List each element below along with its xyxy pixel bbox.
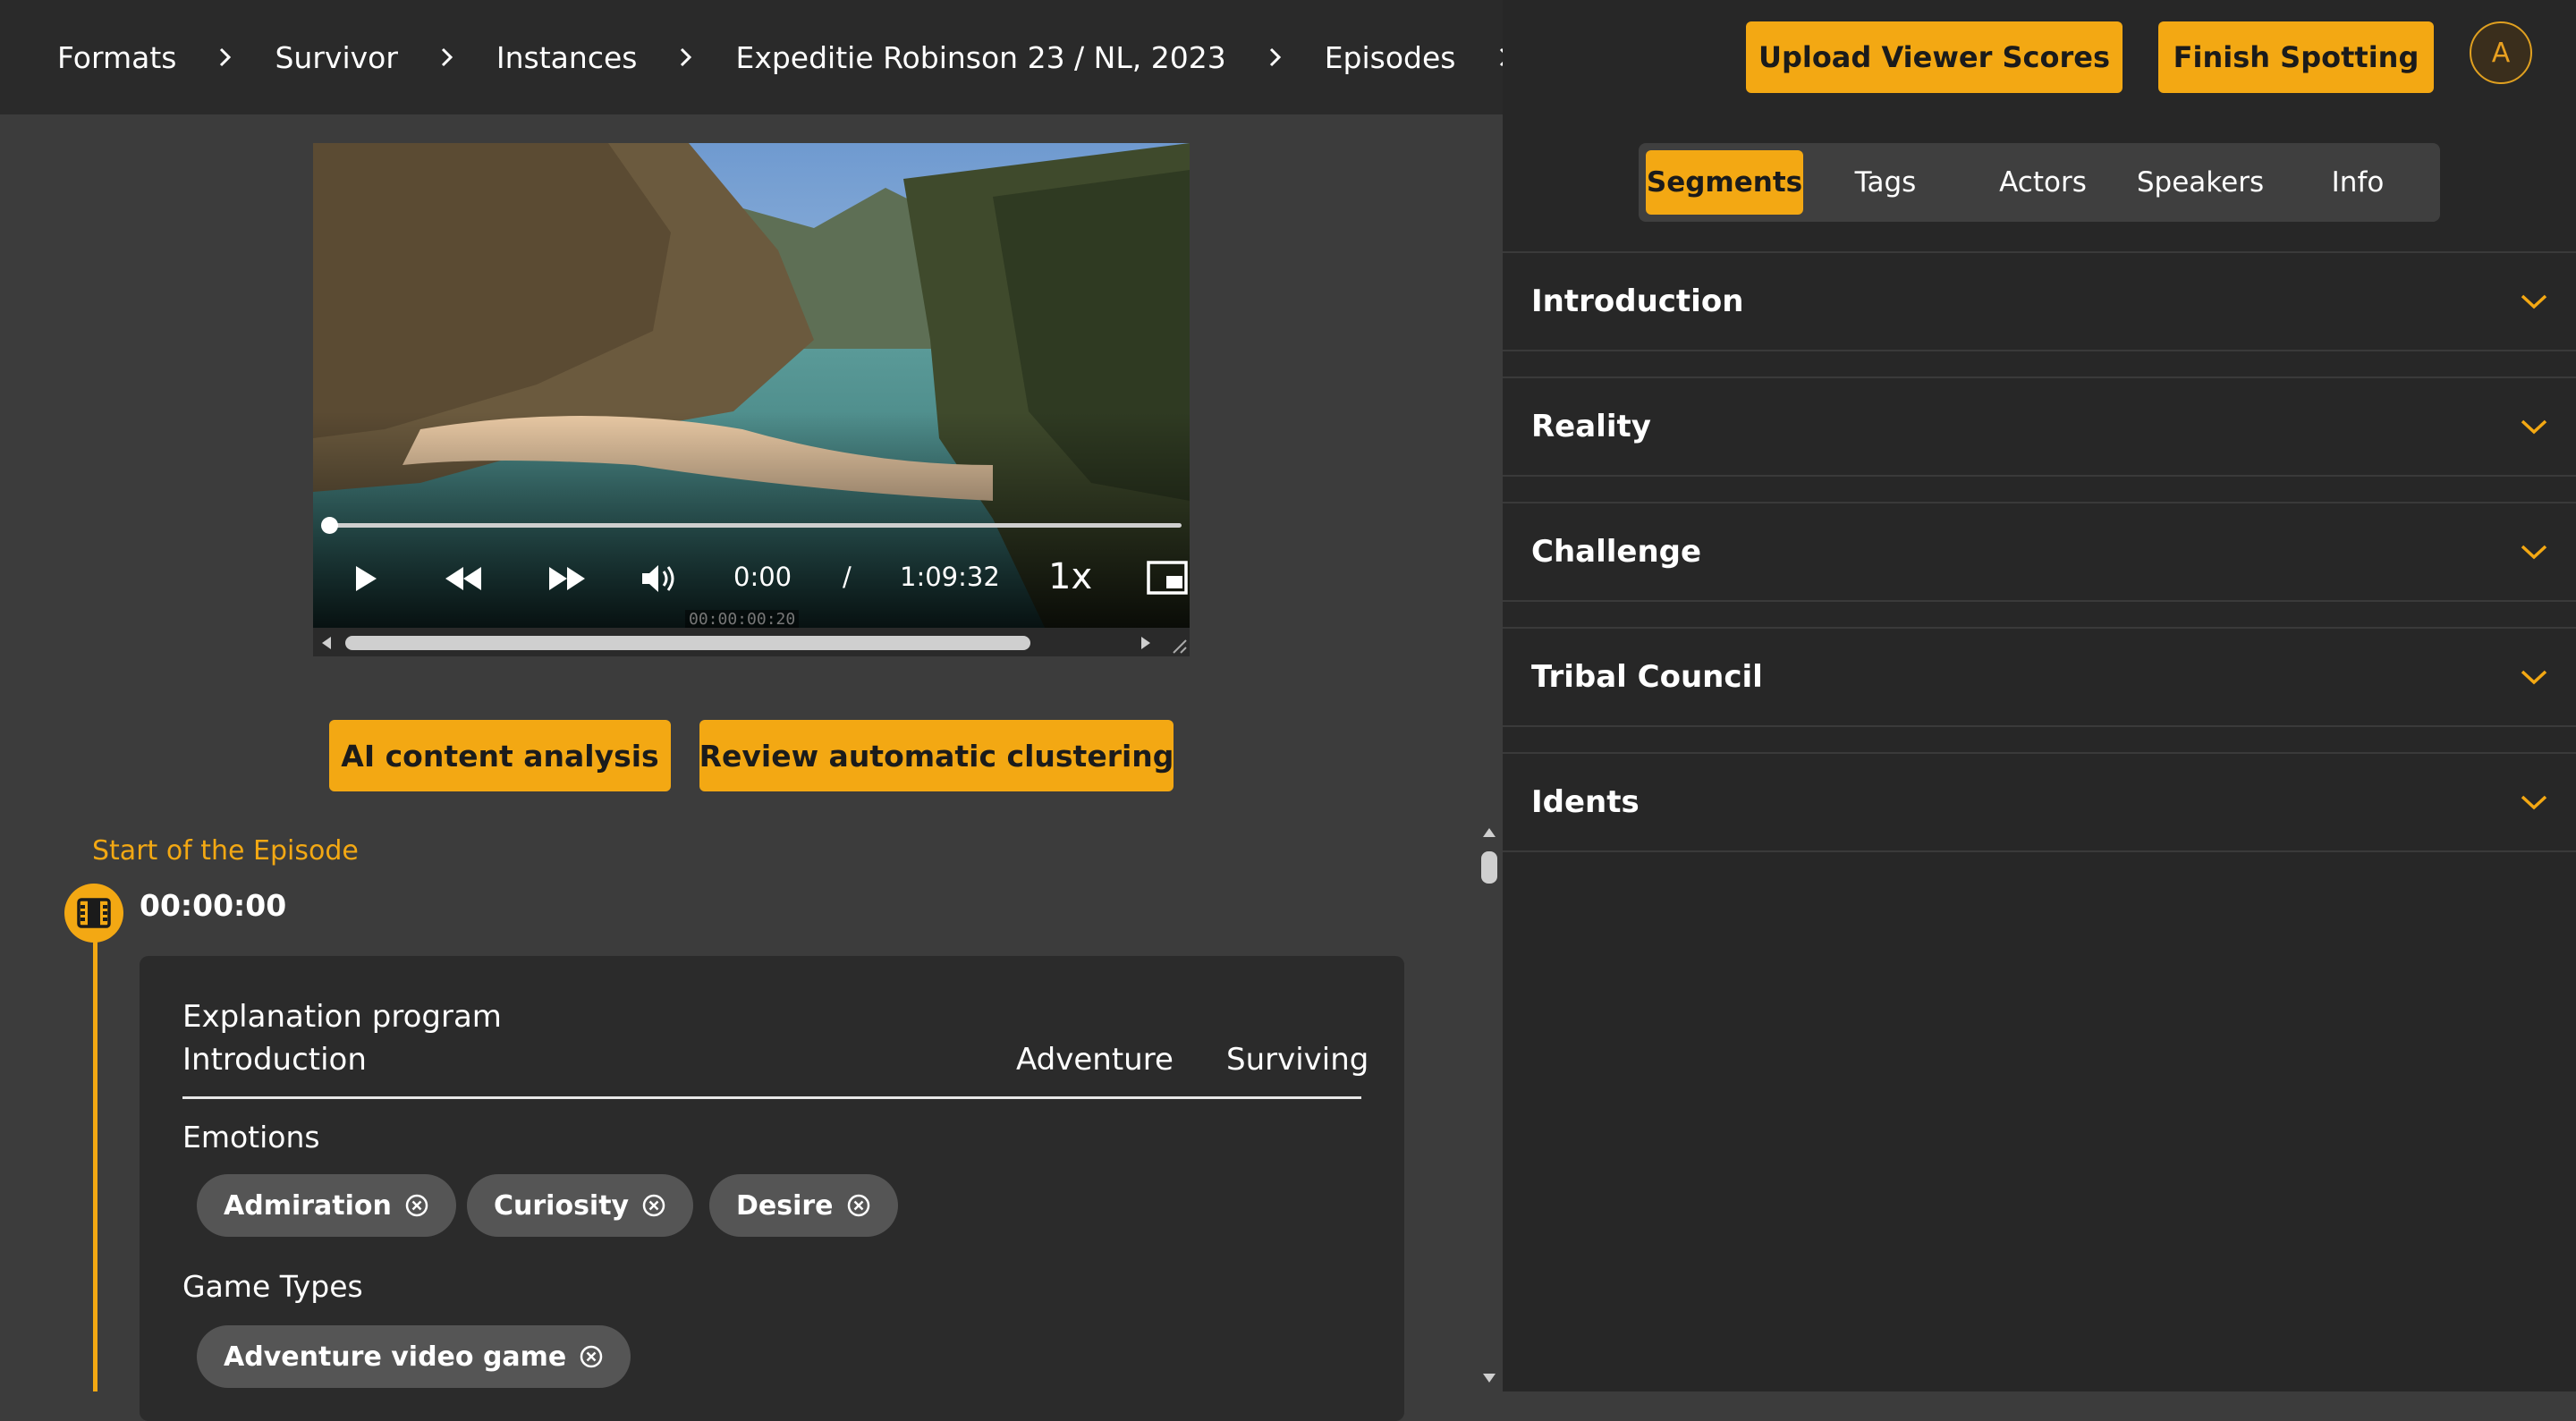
breadcrumb-instance[interactable]: Expeditie Robinson 23 / NL, 2023	[735, 40, 1225, 75]
card-tag: Surviving	[1226, 1042, 1369, 1078]
rewind-icon[interactable]	[444, 565, 483, 592]
chevron-down-icon	[2521, 670, 2547, 685]
chevron-down-icon	[2521, 294, 2547, 309]
segment-timecode: 00:00:00	[140, 888, 287, 923]
game-type-chip[interactable]: Adventure video game	[197, 1325, 631, 1388]
segment-label: Tribal Council	[1531, 659, 1763, 695]
tab-segments[interactable]: Segments	[1646, 150, 1803, 215]
resize-handle-icon[interactable]	[1163, 630, 1188, 655]
segment-label: Challenge	[1531, 534, 1702, 570]
emotion-chip[interactable]: Admiration	[197, 1174, 456, 1237]
emotion-chip[interactable]: Curiosity	[467, 1174, 694, 1237]
emotions-label: Emotions	[182, 1120, 320, 1155]
duration: 1:09:32	[900, 562, 1000, 592]
frame-timecode: 00:00:00:20	[685, 610, 800, 629]
scroll-up-icon[interactable]	[1482, 826, 1496, 839]
segment-tribal-council[interactable]: Tribal Council	[1503, 627, 2576, 727]
card-tag: Adventure	[1016, 1042, 1174, 1078]
chip-label: Admiration	[224, 1189, 392, 1222]
volume-icon[interactable]	[640, 562, 680, 596]
chip-label: Adventure video game	[224, 1341, 567, 1373]
remove-icon[interactable]	[404, 1193, 429, 1218]
top-bar: Formats Survivor Instances Expeditie Rob…	[0, 0, 1574, 114]
play-icon[interactable]	[352, 563, 379, 594]
remove-icon[interactable]	[846, 1193, 871, 1218]
segment-introduction[interactable]: Introduction	[1503, 251, 2576, 351]
tab-speakers[interactable]: Speakers	[2125, 150, 2275, 215]
chevron-right-icon	[217, 46, 233, 69]
emotion-chip[interactable]: Desire	[709, 1174, 898, 1237]
breadcrumb-episodes[interactable]: Episodes	[1325, 40, 1456, 75]
breadcrumb-instances[interactable]: Instances	[496, 40, 638, 75]
card-subtitle: Introduction	[182, 1042, 367, 1078]
chip-label: Curiosity	[494, 1189, 630, 1222]
tab-info[interactable]: Info	[2283, 150, 2433, 215]
remove-icon[interactable]	[641, 1193, 666, 1218]
chevron-right-icon	[678, 46, 694, 69]
tab-tags[interactable]: Tags	[1810, 150, 1961, 215]
chevron-right-icon	[1267, 46, 1284, 69]
film-icon	[64, 884, 123, 943]
segment-label: Idents	[1531, 784, 1640, 820]
scroll-down-icon[interactable]	[1482, 1372, 1496, 1384]
chevron-down-icon	[2521, 419, 2547, 435]
chevron-down-icon	[2521, 795, 2547, 810]
game-types-label: Game Types	[182, 1269, 363, 1304]
horizontal-scrollbar[interactable]	[313, 628, 1190, 656]
breadcrumb-formats[interactable]: Formats	[57, 40, 176, 75]
tab-actors[interactable]: Actors	[1968, 150, 2118, 215]
review-clustering-button[interactable]: Review automatic clustering	[699, 720, 1174, 791]
time-separator: /	[843, 562, 852, 592]
ai-content-analysis-button[interactable]: AI content analysis	[329, 720, 671, 791]
progress-track[interactable]	[327, 523, 1182, 528]
current-time: 0:00	[733, 562, 792, 592]
segment-reality[interactable]: Reality	[1503, 376, 2576, 477]
divider	[182, 1096, 1361, 1099]
segment-label: Reality	[1531, 409, 1651, 444]
scroll-left-icon[interactable]	[320, 636, 333, 650]
scrollbar-thumb[interactable]	[1481, 851, 1497, 884]
vertical-scrollbar[interactable]	[1476, 821, 1503, 1391]
scrollbar-thumb[interactable]	[345, 636, 1030, 650]
chevron-right-icon	[439, 46, 455, 69]
upload-viewer-scores-button[interactable]: Upload Viewer Scores	[1746, 21, 2123, 93]
video-controls: 0:00 / 1:09:32 1x 00:00:00:20	[313, 501, 1190, 629]
finish-spotting-button[interactable]: Finish Spotting	[2158, 21, 2434, 93]
fast-forward-icon[interactable]	[547, 565, 587, 592]
timeline-line	[93, 939, 97, 1391]
avatar[interactable]: A	[2470, 21, 2532, 84]
remove-icon[interactable]	[579, 1344, 604, 1369]
scroll-right-icon[interactable]	[1140, 636, 1152, 650]
picture-in-picture-icon[interactable]	[1147, 560, 1188, 596]
segment-challenge[interactable]: Challenge	[1503, 502, 2576, 602]
breadcrumb-survivor[interactable]: Survivor	[275, 40, 397, 75]
segment-label: Introduction	[1531, 283, 1744, 319]
chip-label: Desire	[736, 1189, 834, 1222]
panel-tabs: Segments Tags Actors Speakers Info	[1639, 143, 2440, 222]
progress-handle[interactable]	[321, 517, 338, 534]
segment-idents[interactable]: Idents	[1503, 752, 2576, 852]
playback-speed[interactable]: 1x	[1048, 556, 1092, 597]
card-title: Explanation program	[182, 999, 502, 1035]
segment-card[interactable]: Explanation program Introduction Adventu…	[140, 956, 1404, 1421]
breadcrumb: Formats Survivor Instances Expeditie Rob…	[57, 0, 1574, 114]
timeline-start-label: Start of the Episode	[92, 835, 359, 867]
chevron-down-icon	[2521, 545, 2547, 560]
